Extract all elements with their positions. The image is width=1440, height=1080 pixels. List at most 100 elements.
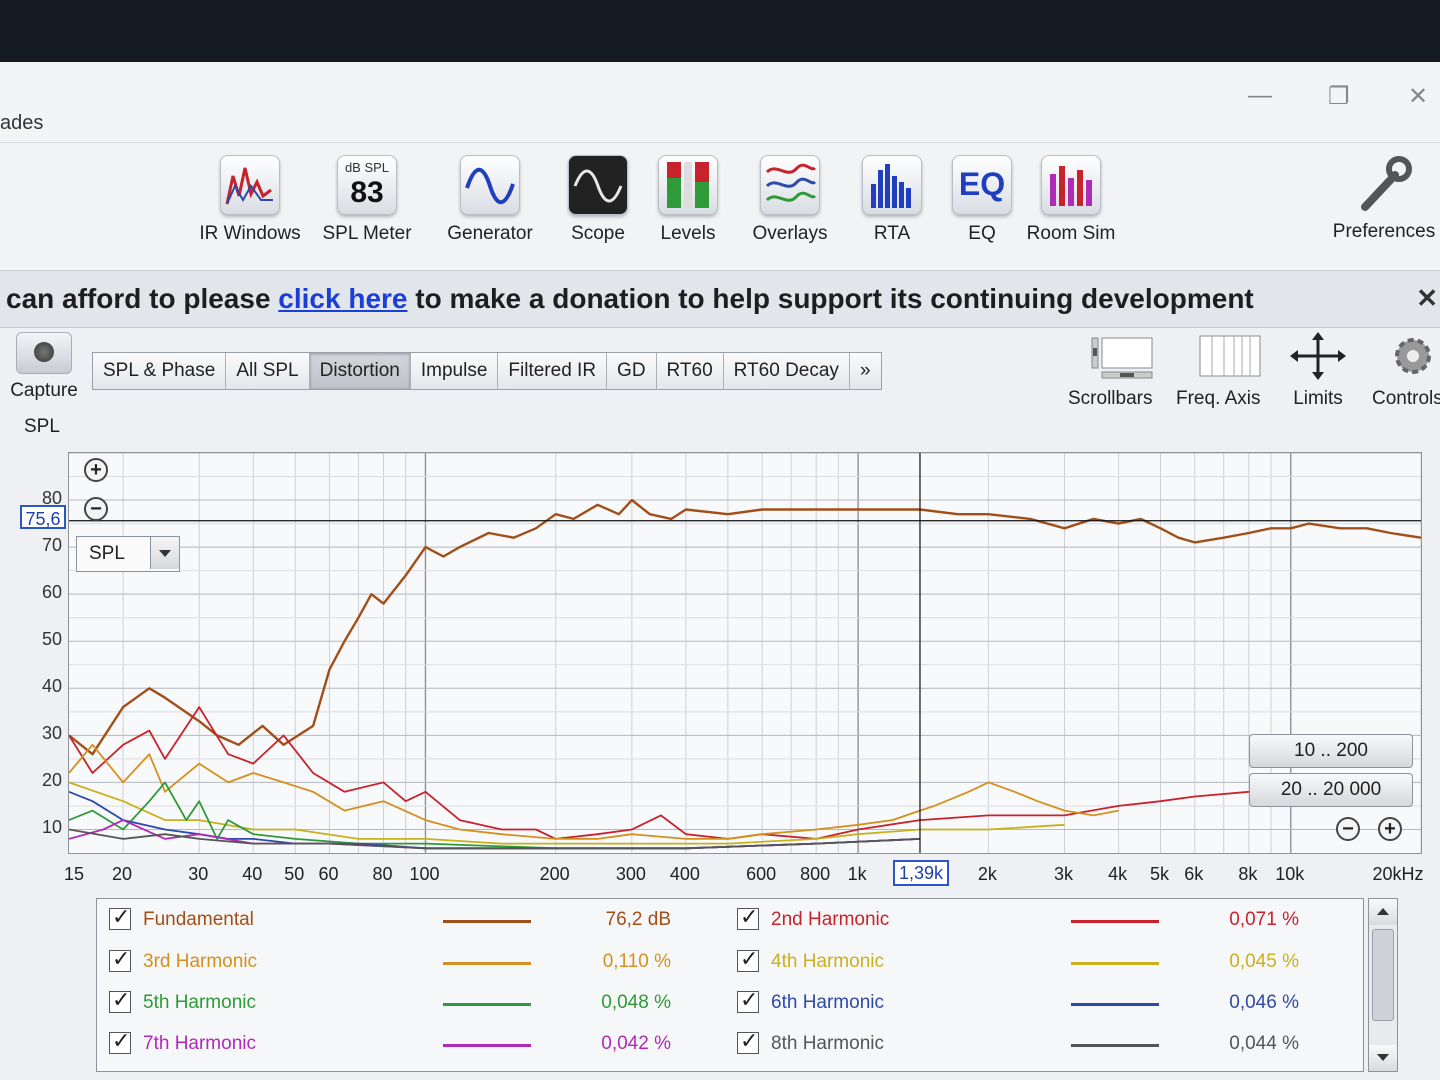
legend-swatch xyxy=(1071,920,1159,923)
scroll-thumb[interactable] xyxy=(1372,929,1394,1021)
scroll-down-icon[interactable] xyxy=(1369,1045,1397,1071)
generator-icon xyxy=(460,155,520,215)
legend-swatch xyxy=(1071,1003,1159,1006)
overlays-button[interactable]: Overlays xyxy=(735,155,845,245)
legend-row-7th-harmonic: 7th Harmonic 0,042 % xyxy=(101,1027,711,1061)
y-tick-label: 10 xyxy=(41,817,62,838)
legend-checkbox[interactable] xyxy=(737,905,759,930)
eq-icon: EQ xyxy=(952,155,1012,215)
legend-row-6th-harmonic: 6th Harmonic 0,046 % xyxy=(729,986,1339,1020)
rta-icon xyxy=(862,155,922,215)
x-tick-label: 6k xyxy=(1184,864,1204,884)
spl-meter-button[interactable]: dB SPL 83 SPL Meter xyxy=(312,155,422,245)
x-tick-label: 10k xyxy=(1275,864,1305,884)
legend-name: 5th Harmonic xyxy=(143,992,256,1013)
tab-all-spl[interactable]: All SPL xyxy=(226,353,310,389)
freq-axis-icon xyxy=(1188,332,1261,380)
x-tick-label: 3k xyxy=(1054,864,1074,884)
generator-button[interactable]: Generator xyxy=(435,155,545,245)
ir-windows-button[interactable]: IR Windows xyxy=(195,155,305,245)
banner-close-icon[interactable]: ✕ xyxy=(1416,283,1438,314)
levels-button[interactable]: Levels xyxy=(633,155,743,245)
zoom-out-icon[interactable]: − xyxy=(84,497,108,521)
tab-distortion[interactable]: Distortion xyxy=(309,353,411,389)
graph-tabs: SPL & Phase All SPL Distortion Impulse F… xyxy=(92,352,882,390)
legend-checkbox[interactable] xyxy=(737,947,759,972)
ir-windows-icon xyxy=(220,155,280,215)
legend-checkbox[interactable] xyxy=(109,947,131,972)
legend-value: 0,048 % xyxy=(601,992,671,1013)
eq-badge: EQ xyxy=(958,166,1006,202)
minimize-button[interactable]: — xyxy=(1248,82,1272,110)
controls-button[interactable]: Controls xyxy=(1372,332,1440,410)
series-line xyxy=(69,498,1421,756)
tool-label: Levels xyxy=(660,223,716,244)
donation-prefix: can afford to please xyxy=(6,283,271,314)
graph-canvas xyxy=(69,453,1421,853)
tab-filtered-ir[interactable]: Filtered IR xyxy=(498,353,608,389)
x-tick-label: 400 xyxy=(669,864,700,884)
legend-value: 0,042 % xyxy=(601,1033,671,1054)
legend-checkbox[interactable] xyxy=(737,988,759,1013)
tab-impulse[interactable]: Impulse xyxy=(410,353,499,389)
zoom-in-icon[interactable]: + xyxy=(84,458,108,482)
tab-rt60[interactable]: RT60 xyxy=(656,353,724,389)
x-tick-label: 600 xyxy=(746,864,777,884)
tab-rt60-decay[interactable]: RT60 Decay xyxy=(723,353,850,389)
x-tick-label: 1k xyxy=(847,864,867,884)
legend-value: 0,044 % xyxy=(1229,1033,1299,1054)
x-tick-label: 60 xyxy=(318,864,339,884)
room-sim-button[interactable]: Room Sim xyxy=(1016,155,1126,245)
x-zoom-out-icon[interactable]: − xyxy=(1336,817,1360,841)
scroll-up-icon[interactable] xyxy=(1369,899,1397,925)
room-sim-icon xyxy=(1041,155,1101,215)
legend-row-5th-harmonic: 5th Harmonic 0,048 % xyxy=(101,986,711,1020)
legend-swatch xyxy=(443,1003,531,1006)
legend-swatch xyxy=(443,920,531,923)
restore-button[interactable]: ❐ xyxy=(1328,82,1350,111)
range-10-200-button[interactable]: 10 .. 200 xyxy=(1249,734,1413,768)
legend-name: 2nd Harmonic xyxy=(771,909,890,930)
tab-spl-phase[interactable]: SPL & Phase xyxy=(93,353,227,389)
trace-select[interactable]: SPL xyxy=(76,536,180,572)
scrollbars-icon xyxy=(1080,332,1153,380)
legend-value: 76,2 dB xyxy=(605,909,672,930)
range-20-20000-button[interactable]: 20 .. 20 000 xyxy=(1249,773,1413,807)
legend-name: 4th Harmonic xyxy=(771,951,884,972)
tool-label: Freq. Axis xyxy=(1176,388,1261,409)
scrollbars-button[interactable]: Scrollbars xyxy=(1068,332,1153,410)
tool-label: IR Windows xyxy=(199,223,301,244)
legend-row-8th-harmonic: 8th Harmonic 0,044 % xyxy=(729,1027,1339,1061)
x-tick-label: 20 xyxy=(112,864,133,884)
spl-meter-badge-value: 83 xyxy=(350,176,384,209)
legend-row-3rd-harmonic: 3rd Harmonic 0,110 % xyxy=(101,945,711,979)
preferences-button[interactable]: Preferences xyxy=(1330,155,1438,243)
x-zoom-in-icon[interactable]: + xyxy=(1378,817,1402,841)
levels-icon xyxy=(658,155,718,215)
y-tick-label: 30 xyxy=(41,723,62,744)
title-bar: ades — ❐ ✕ xyxy=(0,62,1440,142)
tool-label: Limits xyxy=(1293,388,1343,409)
x-tick-label: 30 xyxy=(188,864,209,884)
x-tick-label: 100 xyxy=(409,864,440,884)
gear-icon xyxy=(1377,332,1437,380)
legend-name: 7th Harmonic xyxy=(143,1033,256,1054)
legend-checkbox[interactable] xyxy=(109,988,131,1013)
distortion-graph[interactable] xyxy=(68,452,1422,854)
close-button[interactable]: ✕ xyxy=(1408,82,1428,111)
freq-axis-button[interactable]: Freq. Axis xyxy=(1176,332,1261,410)
capture-button[interactable]: Capture xyxy=(4,332,84,402)
tab-more[interactable]: » xyxy=(849,353,881,389)
legend-scrollbar[interactable] xyxy=(1368,898,1398,1072)
legend-checkbox[interactable] xyxy=(109,1029,131,1054)
capture-label: Capture xyxy=(10,380,78,401)
legend-value: 0,110 % xyxy=(602,951,671,972)
donation-suffix: to make a donation to help support its c… xyxy=(415,283,1254,314)
legend-value: 0,045 % xyxy=(1229,951,1299,972)
legend-checkbox[interactable] xyxy=(737,1029,759,1054)
tab-gd[interactable]: GD xyxy=(607,353,657,389)
limits-button[interactable]: Limits xyxy=(1288,332,1348,410)
legend-checkbox[interactable] xyxy=(109,905,131,930)
donation-link[interactable]: click here xyxy=(278,283,407,314)
legend-name: 8th Harmonic xyxy=(771,1033,884,1054)
